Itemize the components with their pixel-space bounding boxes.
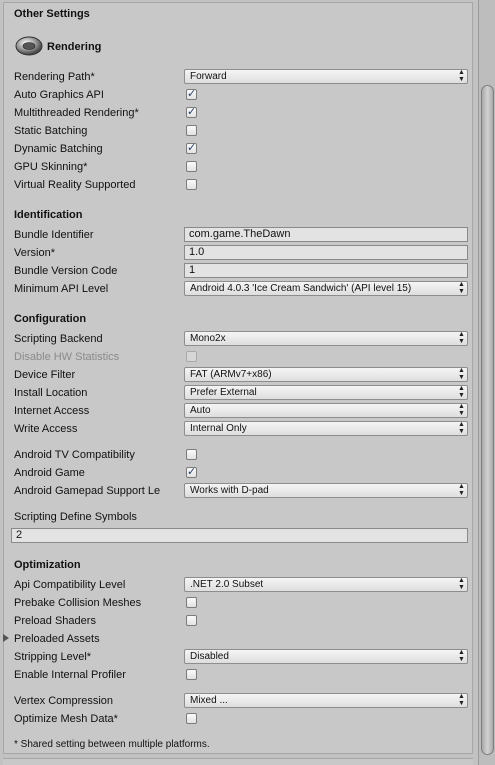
updown-arrows-icon: ▲ ▼ [458,281,465,295]
vertical-scrollbar[interactable] [478,0,495,765]
updown-arrows-icon: ▲ ▼ [458,483,465,497]
scripting-backend-label: Scripting Backend [14,333,103,345]
stripping-level-value: Disabled [190,651,229,662]
scripting-backend-dropdown[interactable]: Mono2x ▲ ▼ [184,331,468,346]
rendering-sphere-icon [15,36,43,56]
triangle-right-icon[interactable] [3,634,9,642]
write-access-label: Write Access [14,423,78,435]
write-access-value: Internal Only [190,423,247,434]
dynamic-batching-checkbox[interactable]: ✓ [186,142,197,154]
updown-arrows-icon: ▲ ▼ [458,367,465,381]
android-game-label: Android Game [14,467,85,479]
android-tv-checkbox[interactable] [186,449,197,460]
version-label: Version* [14,247,55,259]
configuration-heading: Configuration [14,313,87,325]
dynamic-batching-label: Dynamic Batching [14,143,103,155]
internet-access-dropdown[interactable]: Auto ▲ ▼ [184,403,468,418]
identification-heading: Identification [14,209,83,221]
updown-arrows-icon: ▲ ▼ [458,577,465,591]
install-location-value: Prefer External [190,387,257,398]
updown-arrows-icon: ▲ ▼ [458,649,465,663]
gamepad-support-value: Works with D-pad [190,485,269,496]
updown-arrows-icon: ▲ ▼ [458,421,465,435]
vertex-compression-label: Vertex Compression [14,695,114,707]
rendering-path-value: Forward [190,71,227,82]
gamepad-support-label: Android Gamepad Support Le [14,485,161,497]
install-location-label: Install Location [14,387,88,399]
checkmark-icon: ✓ [187,88,197,100]
min-api-level-label: Minimum API Level [14,283,109,295]
internal-profiler-label: Enable Internal Profiler [14,669,126,681]
gpu-skinning-checkbox[interactable] [186,161,197,172]
multithreaded-rendering-checkbox[interactable]: ✓ [186,106,197,118]
min-api-level-value: Android 4.0.3 'Ice Cream Sandwich' (API … [190,283,412,294]
preload-shaders-label: Preload Shaders [14,615,96,627]
static-batching-label: Static Batching [14,125,88,137]
prebake-collision-label: Prebake Collision Meshes [14,597,142,609]
stripping-level-label: Stripping Level* [14,651,92,663]
rendering-path-dropdown[interactable]: Forward ▲ ▼ [184,69,468,84]
bundle-identifier-label: Bundle Identifier [14,229,94,241]
api-compat-level-label: Api Compatibility Level [14,579,126,591]
bundle-identifier-field[interactable]: com.game.TheDawn [184,227,468,242]
min-api-level-dropdown[interactable]: Android 4.0.3 'Ice Cream Sandwich' (API … [184,281,468,296]
prebake-collision-checkbox[interactable] [186,597,197,608]
api-compat-level-dropdown[interactable]: .NET 2.0 Subset ▲ ▼ [184,577,468,592]
auto-graphics-api-label: Auto Graphics API [14,89,104,101]
version-field[interactable]: 1.0 [184,245,468,260]
device-filter-dropdown[interactable]: FAT (ARMv7+x86) ▲ ▼ [184,367,468,382]
install-location-dropdown[interactable]: Prefer External ▲ ▼ [184,385,468,400]
android-game-checkbox[interactable]: ✓ [186,466,197,478]
optimization-heading: Optimization [14,559,81,571]
device-filter-value: FAT (ARMv7+x86) [190,369,272,380]
scrollbar-thumb[interactable] [481,85,494,755]
api-compat-level-value: .NET 2.0 Subset [190,579,264,590]
vr-supported-label: Virtual Reality Supported [14,179,136,191]
vr-supported-checkbox[interactable] [186,179,197,190]
bundle-version-code-label: Bundle Version Code [14,265,118,277]
vertex-compression-value: Mixed ... [190,695,228,706]
preloaded-assets-foldout[interactable]: Preloaded Assets [14,632,100,646]
updown-arrows-icon: ▲ ▼ [458,69,465,83]
multithreaded-rendering-label: Multithreaded Rendering* [14,107,139,119]
gpu-skinning-label: GPU Skinning* [14,161,88,173]
disable-hw-statistics-checkbox [186,351,197,362]
section-title[interactable]: Other Settings [14,8,90,20]
optimize-mesh-label: Optimize Mesh Data* [14,713,118,725]
updown-arrows-icon: ▲ ▼ [458,403,465,417]
rendering-subheading: Rendering [47,41,102,53]
internet-access-label: Internet Access [14,405,90,417]
internet-access-value: Auto [190,405,211,416]
android-tv-label: Android TV Compatibility [14,449,135,461]
optimize-mesh-checkbox[interactable] [186,713,197,724]
preload-shaders-checkbox[interactable] [186,615,197,626]
shared-setting-note: * Shared setting between multiple platfo… [14,739,210,750]
rendering-path-label: Rendering Path* [14,71,95,83]
scripting-backend-value: Mono2x [190,333,226,344]
updown-arrows-icon: ▲ ▼ [458,385,465,399]
static-batching-checkbox[interactable] [186,125,197,136]
device-filter-label: Device Filter [14,369,76,381]
internal-profiler-checkbox[interactable] [186,669,197,680]
stripping-level-dropdown[interactable]: Disabled ▲ ▼ [184,649,468,664]
write-access-dropdown[interactable]: Internal Only ▲ ▼ [184,421,468,436]
updown-arrows-icon: ▲ ▼ [458,693,465,707]
disable-hw-statistics-label: Disable HW Statistics [14,351,120,363]
checkmark-icon: ✓ [187,142,197,154]
gamepad-support-dropdown[interactable]: Works with D-pad ▲ ▼ [184,483,468,498]
checkmark-icon: ✓ [187,466,197,478]
auto-graphics-api-checkbox[interactable]: ✓ [186,88,197,100]
scripting-define-symbols-label: Scripting Define Symbols [14,511,137,523]
updown-arrows-icon: ▲ ▼ [458,331,465,345]
bundle-version-code-field[interactable]: 1 [184,263,468,278]
checkmark-icon: ✓ [187,106,197,118]
scripting-define-symbols-field[interactable]: 2 [11,528,468,543]
vertex-compression-dropdown[interactable]: Mixed ... ▲ ▼ [184,693,468,708]
next-section-header [3,758,473,765]
